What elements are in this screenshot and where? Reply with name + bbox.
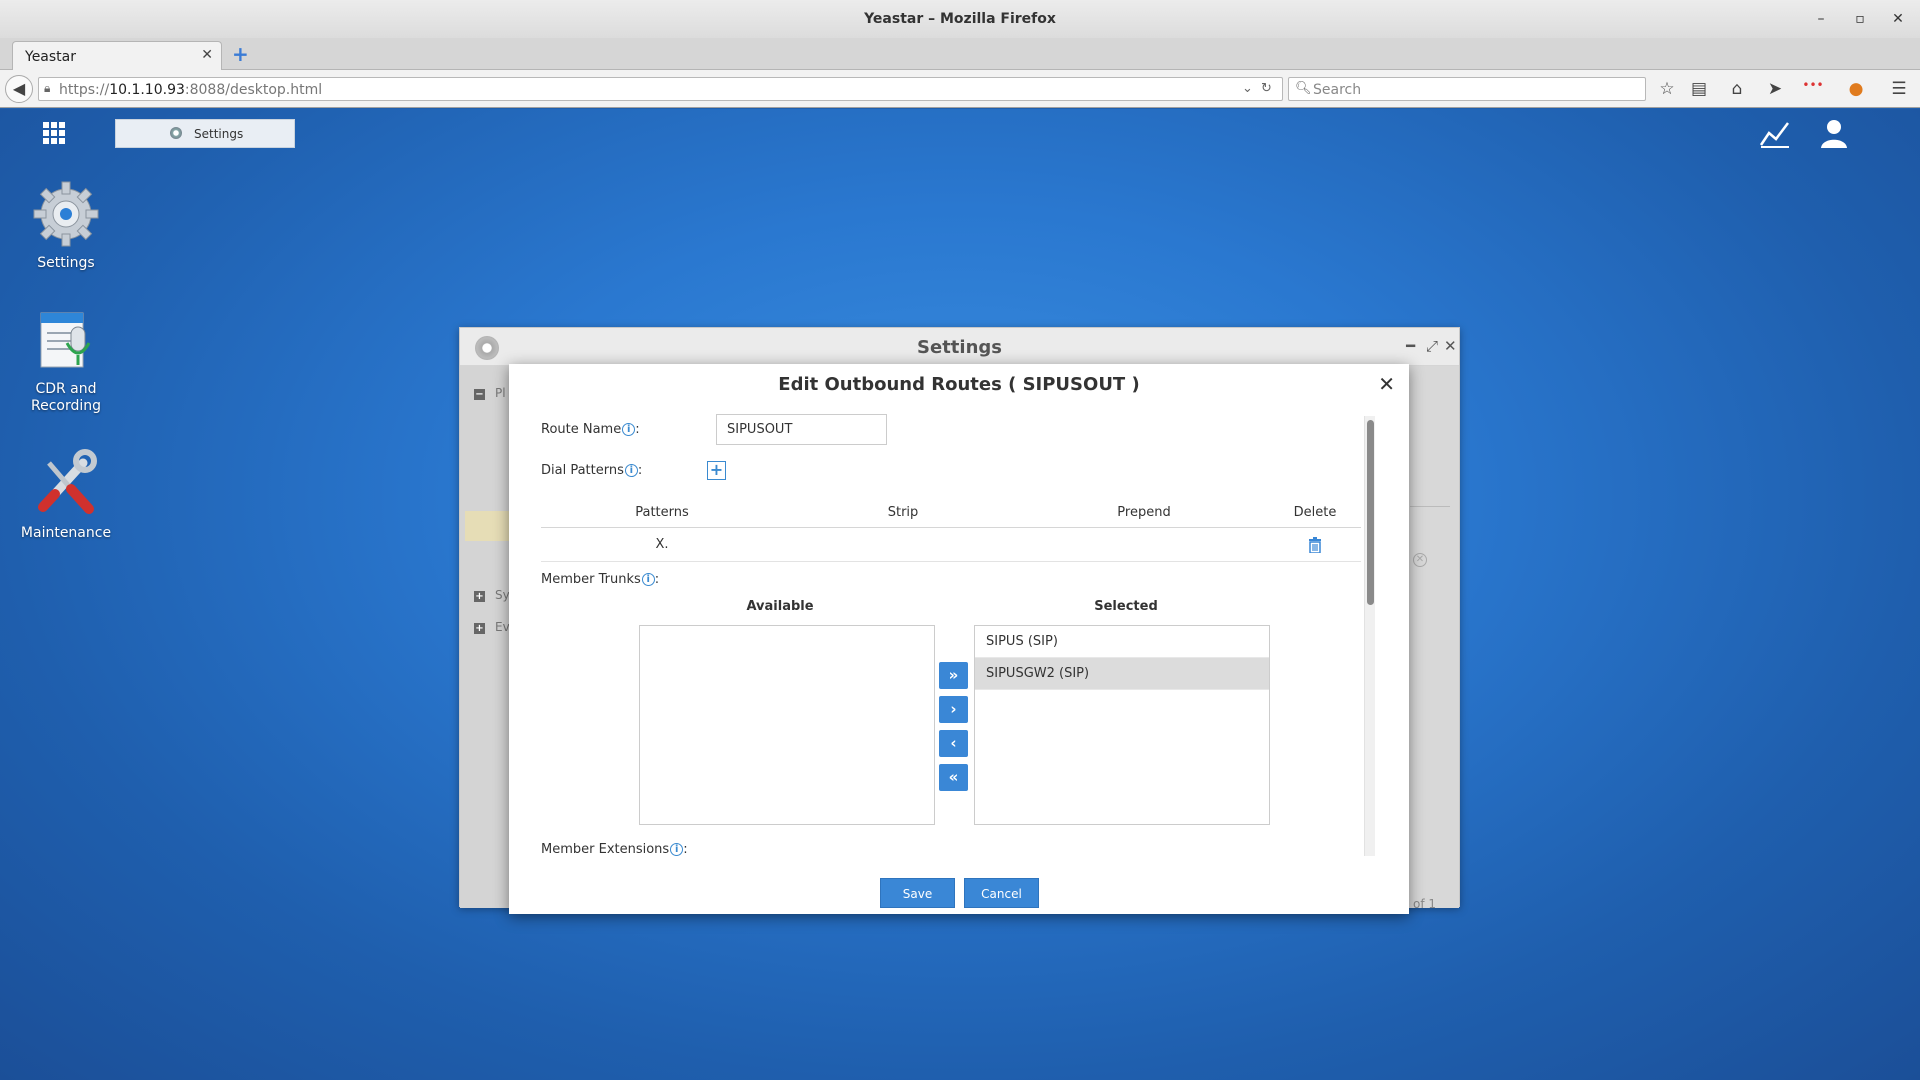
dialog-scrollbar[interactable] (1364, 416, 1375, 856)
sidebar-selected-item[interactable] (465, 511, 515, 541)
search-icon: 🔍︎ (1295, 81, 1312, 96)
info-icon[interactable]: i (624, 464, 638, 477)
add-pattern-icon[interactable]: + (707, 461, 726, 480)
gear-icon (170, 127, 182, 139)
close-icon[interactable]: ✕ (1444, 337, 1457, 355)
maximize-icon[interactable]: ▫ (1849, 8, 1871, 30)
desktop-icon-cdr-recording[interactable]: CDR and Recording (12, 305, 120, 415)
window-titlebar: Yeastar – Mozilla Firefox – ▫ ✕ (0, 0, 1920, 38)
trash-icon[interactable] (1308, 537, 1322, 553)
table-row: X. (541, 528, 1361, 562)
extension-dots-icon[interactable]: ••• (1802, 75, 1824, 97)
edit-outbound-route-dialog: Edit Outbound Routes ( SIPUSOUT ) ✕ Rout… (509, 364, 1409, 914)
new-tab-icon[interactable]: + (232, 42, 249, 66)
close-window-icon[interactable]: ✕ (1887, 8, 1909, 30)
desktop-icon-label: Settings (37, 255, 95, 271)
send-icon[interactable]: ➤ (1764, 79, 1786, 101)
divider (1410, 506, 1450, 507)
cdr-recording-icon (31, 305, 101, 375)
tab-title: Yeastar (25, 49, 77, 65)
expand-plus-icon: + (474, 591, 485, 602)
user-icon[interactable] (1818, 117, 1850, 149)
settings-window-title: Settings (917, 337, 1002, 358)
info-icon[interactable]: i (670, 843, 684, 856)
column-header-patterns: Patterns (635, 505, 689, 520)
url-text: https://10.1.10.93:8088/desktop.html (59, 82, 323, 98)
pattern-cell: X. (655, 537, 669, 552)
tab-close-icon[interactable]: ✕ (201, 47, 213, 63)
available-trunks-list[interactable] (639, 625, 935, 825)
cancel-button[interactable]: Cancel (964, 878, 1039, 908)
menu-hamburger-icon[interactable]: ☰ (1888, 79, 1910, 101)
move-all-left-button[interactable]: « (939, 764, 968, 791)
patterns-table-header: Patterns Strip Prepend Delete (541, 496, 1361, 528)
list-item[interactable]: SIPUSGW2 (SIP) (975, 658, 1269, 690)
pagination-text: of 1 (1413, 897, 1437, 911)
tools-icon (31, 449, 101, 519)
desktop-icon-settings[interactable]: Settings (12, 179, 120, 272)
scrollbar-thumb[interactable] (1367, 420, 1374, 605)
column-header-prepend: Prepend (1117, 505, 1171, 520)
info-icon[interactable]: i (622, 423, 636, 436)
list-item[interactable]: SIPUS (SIP) (975, 626, 1269, 658)
navigation-toolbar: ◀ 🔒︎ https://10.1.10.93:8088/desktop.htm… (0, 70, 1920, 108)
desktop-icon-label: Maintenance (20, 525, 112, 541)
dial-patterns-label: Dial Patterns i: (541, 463, 643, 478)
save-button[interactable]: Save (880, 878, 955, 908)
home-icon[interactable]: ⌂ (1726, 79, 1748, 101)
close-icon[interactable]: ✕ (1378, 372, 1395, 396)
selected-title: Selected (1094, 599, 1158, 614)
expand-icon[interactable]: ⤢ (1426, 337, 1438, 355)
search-bar[interactable]: 🔍︎ Search (1288, 77, 1646, 101)
taskbar-settings-button[interactable]: Settings (115, 119, 295, 148)
tab-strip: Yeastar ✕ + (0, 38, 1920, 71)
available-title: Available (746, 599, 814, 614)
taskbar-settings-label: Settings (194, 127, 244, 141)
url-dropdown-icon[interactable]: ⌄ (1242, 81, 1253, 96)
reload-icon[interactable]: ↻ (1261, 81, 1272, 96)
sidebar-section-system[interactable]: + Sy (474, 588, 510, 602)
clear-circle-icon[interactable]: ✕ (1413, 553, 1427, 567)
route-name-label: Route Name i: (541, 422, 640, 437)
minimize-icon[interactable]: – (1810, 8, 1832, 30)
member-trunks-label: Member Trunks i: (541, 572, 660, 587)
expand-plus-icon: + (474, 623, 485, 634)
selected-trunks-list[interactable]: SIPUS (SIP) SIPUSGW2 (SIP) (974, 625, 1270, 825)
minimize-icon[interactable]: ━ (1406, 337, 1415, 355)
route-name-input[interactable] (716, 414, 887, 445)
settings-window-header: Settings ━ ⤢ ✕ (460, 328, 1459, 366)
move-right-button[interactable]: › (939, 696, 968, 723)
window-title: Yeastar – Mozilla Firefox (864, 11, 1056, 27)
chart-icon[interactable] (1759, 117, 1791, 149)
dialog-title: Edit Outbound Routes ( SIPUSOUT ) (778, 374, 1140, 395)
move-all-right-button[interactable]: » (939, 662, 968, 689)
bookmark-star-icon[interactable]: ☆ (1656, 79, 1678, 101)
desktop-icon-label: CDR and Recording (30, 381, 102, 414)
search-placeholder: Search (1313, 82, 1362, 98)
collapse-icon: − (474, 389, 485, 400)
addon-icon[interactable]: ● (1845, 79, 1867, 101)
sidebar-section-pbx[interactable]: − Pl (474, 386, 506, 400)
browser-tab[interactable]: Yeastar ✕ (12, 41, 222, 71)
reading-list-icon[interactable]: ▤ (1688, 79, 1710, 101)
desktop-icon-maintenance[interactable]: Maintenance (12, 449, 120, 542)
member-extensions-label: Member Extensions i: (541, 842, 688, 857)
lock-icon: 🔒︎ (44, 81, 51, 95)
move-left-button[interactable]: ‹ (939, 730, 968, 757)
back-arrow-icon[interactable]: ◀ (5, 75, 33, 103)
app-grid-icon[interactable] (40, 119, 68, 147)
column-header-strip: Strip (887, 505, 919, 520)
settings-gear-icon (31, 179, 101, 249)
info-icon[interactable]: i (641, 573, 655, 586)
column-header-delete: Delete (1293, 505, 1337, 520)
sidebar-section-event[interactable]: + Ev (474, 620, 510, 634)
url-bar[interactable]: 🔒︎ https://10.1.10.93:8088/desktop.html … (38, 77, 1283, 101)
